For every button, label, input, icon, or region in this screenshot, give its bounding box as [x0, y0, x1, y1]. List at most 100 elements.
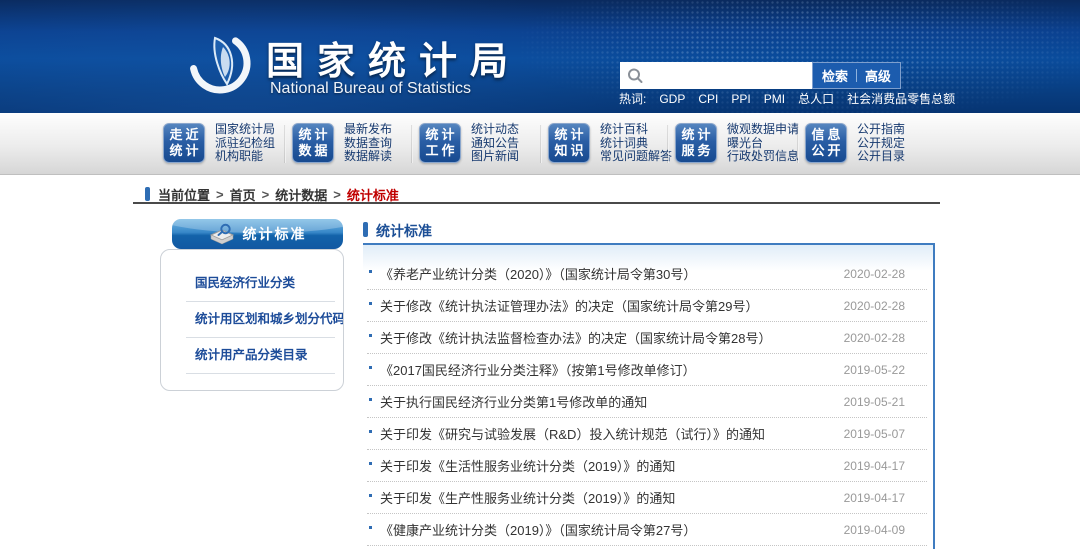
- nav-links: 统计百科 统计词典 常见问题解答: [600, 123, 672, 163]
- article-row: 关于印发《生产性服务业统计分类（2019）》的通知 2019-04-17: [367, 482, 927, 514]
- nav-group-info-disclosure: 信息 公开 公开指南 公开规定 公开目录: [805, 123, 905, 163]
- nav-divider: [797, 125, 799, 163]
- article-link[interactable]: 关于修改《统计执法证管理办法》的决定（国家统计局令第29号）: [380, 296, 758, 315]
- nav-link[interactable]: 数据解读: [344, 150, 392, 163]
- nav-group-statistics-data: 统计 数据 最新发布 数据查询 数据解读: [292, 123, 392, 163]
- article-date: 2019-04-09: [832, 523, 905, 537]
- article-link[interactable]: 《健康产业统计分类（2019）》（国家统计局令第27号）: [380, 520, 696, 539]
- search-buttons[interactable]: 检索 高级: [812, 62, 901, 89]
- article-date: 2019-04-17: [832, 491, 905, 505]
- nbs-logo-icon: [182, 24, 258, 102]
- nav-group-about: 走近 统计 国家统计局 派驻纪检组 机构职能: [163, 123, 275, 163]
- catalog-search-icon: [209, 223, 235, 245]
- article-link[interactable]: 关于印发《生产性服务业统计分类（2019）》的通知: [380, 488, 675, 507]
- article-date: 2020-02-28: [832, 331, 905, 345]
- nav-badge-statistics-knowledge[interactable]: 统计 知识: [548, 123, 590, 163]
- site-header: 国家统计局 National Bureau of Statistics 检索 高…: [0, 0, 1080, 113]
- button-divider: [856, 69, 857, 82]
- nav-links: 国家统计局 派驻纪检组 机构职能: [215, 123, 275, 163]
- nav-link[interactable]: 机构职能: [215, 150, 275, 163]
- sidebar-item-region-codes[interactable]: 统计用区划和城乡划分代码: [161, 302, 343, 337]
- nav-link[interactable]: 国家统计局: [215, 123, 275, 136]
- article-row: 关于执行国民经济行业分类第1号修改单的通知 2019-05-21: [367, 386, 927, 418]
- article-link[interactable]: 关于印发《研究与试验发展（R&D）投入统计规范（试行）》的通知: [380, 424, 765, 443]
- site-subtitle: National Bureau of Statistics: [270, 80, 471, 98]
- bullet-icon: [369, 526, 372, 529]
- article-link[interactable]: 关于执行国民经济行业分类第1号修改单的通知: [380, 392, 647, 411]
- nav-link[interactable]: 曝光台: [727, 137, 799, 150]
- nav-link[interactable]: 统计百科: [600, 123, 672, 136]
- search-submit-button[interactable]: 检索: [822, 66, 848, 85]
- nav-link[interactable]: 最新发布: [344, 123, 392, 136]
- sidebar-menu: 国民经济行业分类 统计用区划和城乡划分代码 统计用产品分类目录: [160, 249, 344, 391]
- article-row: 关于修改《统计执法监督检查办法》的决定（国家统计局令第28号） 2020-02-…: [367, 322, 927, 354]
- sidebar-item-industry-classification[interactable]: 国民经济行业分类: [161, 266, 343, 301]
- nav-group-statistics-services: 统计 服务 微观数据申请 曝光台 行政处罚信息: [675, 123, 799, 163]
- nav-badge-line: 统计: [422, 127, 457, 143]
- article-date: 2019-05-21: [832, 395, 905, 409]
- nav-badge-statistics-work[interactable]: 统计 工作: [419, 123, 461, 163]
- hot-word-link[interactable]: PMI: [764, 92, 785, 106]
- article-link[interactable]: 关于印发《生活性服务业统计分类（2019）》的通知: [380, 456, 675, 475]
- nav-link[interactable]: 数据查询: [344, 137, 392, 150]
- nav-link[interactable]: 统计词典: [600, 137, 672, 150]
- nav-link[interactable]: 公开目录: [857, 150, 905, 163]
- nav-badge-line: 知识: [551, 143, 586, 159]
- article-date: 2019-05-07: [832, 427, 905, 441]
- sidebar-title: 统计标准: [243, 224, 307, 244]
- nav-divider: [540, 125, 542, 163]
- nav-badge-line: 走近: [166, 127, 201, 143]
- nav-badge-info-disclosure[interactable]: 信息 公开: [805, 123, 847, 163]
- nav-divider: [667, 125, 669, 163]
- sidebar-title-tab[interactable]: 统计标准: [172, 219, 343, 249]
- nav-link[interactable]: 公开规定: [857, 137, 905, 150]
- search-field[interactable]: [620, 62, 812, 89]
- hot-word-link[interactable]: PPI: [731, 92, 750, 106]
- nav-link[interactable]: 行政处罚信息: [727, 150, 799, 163]
- nav-link[interactable]: 派驻纪检组: [215, 137, 275, 150]
- breadcrumb-separator: >: [262, 187, 270, 202]
- article-date: 2020-02-28: [832, 267, 905, 281]
- article-list: 《养老产业统计分类（2020）》（国家统计局令第30号） 2020-02-28 …: [363, 243, 935, 549]
- nav-link[interactable]: 通知公告: [471, 137, 519, 150]
- nav-badge-statistics-data[interactable]: 统计 数据: [292, 123, 334, 163]
- nav-badge-line: 统计: [678, 127, 713, 143]
- sidebar-item-product-catalog[interactable]: 统计用产品分类目录: [161, 338, 343, 373]
- hot-words-row: 热词: GDP CPI PPI PMI 总人口 社会消费品零售总额: [619, 90, 955, 107]
- article-row: 关于印发《生活性服务业统计分类（2019）》的通知 2019-04-17: [367, 450, 927, 482]
- bullet-icon: [369, 398, 372, 401]
- bullet-icon: [369, 462, 372, 465]
- article-date: 2020-02-28: [832, 299, 905, 313]
- bullet-icon: [369, 430, 372, 433]
- hot-word-link[interactable]: 总人口: [798, 90, 834, 107]
- article-row: 《2017国民经济行业分类注释》（按第1号修改单修订） 2019-05-22: [367, 354, 927, 386]
- article-link[interactable]: 《2017国民经济行业分类注释》（按第1号修改单修订）: [380, 360, 696, 379]
- nav-divider: [284, 125, 286, 163]
- main-navigation: 走近 统计 国家统计局 派驻纪检组 机构职能 统计 数据 最新发布 数据查询 数…: [0, 113, 1080, 175]
- section-title-marker: [363, 222, 368, 237]
- nav-badge-statistics-services[interactable]: 统计 服务: [675, 123, 717, 163]
- search-input[interactable]: [644, 65, 812, 87]
- article-link[interactable]: 《养老产业统计分类（2020）》（国家统计局令第30号）: [380, 264, 696, 283]
- article-date: 2019-04-17: [832, 459, 905, 473]
- nav-link[interactable]: 微观数据申请: [727, 123, 799, 136]
- article-row: 关于印发《研究与试验发展（R&D）投入统计规范（试行）》的通知 2019-05-…: [367, 418, 927, 450]
- article-link[interactable]: 关于修改《统计执法监督检查办法》的决定（国家统计局令第28号）: [380, 328, 771, 347]
- nav-badge-line: 公开: [808, 143, 843, 159]
- nav-links: 微观数据申请 曝光台 行政处罚信息: [727, 123, 799, 163]
- search-advanced-button[interactable]: 高级: [865, 66, 891, 85]
- nav-link[interactable]: 常见问题解答: [600, 150, 672, 163]
- search-icon: [626, 67, 644, 85]
- nav-link[interactable]: 图片新闻: [471, 150, 519, 163]
- hot-word-link[interactable]: 社会消费品零售总额: [847, 90, 955, 107]
- nav-badge-line: 统计: [166, 143, 201, 159]
- nav-link[interactable]: 统计动态: [471, 123, 519, 136]
- nav-badge-line: 数据: [295, 143, 330, 159]
- nav-badge-about[interactable]: 走近 统计: [163, 123, 205, 163]
- nav-link[interactable]: 公开指南: [857, 123, 905, 136]
- hot-word-link[interactable]: CPI: [698, 92, 718, 106]
- bullet-icon: [369, 494, 372, 497]
- hot-word-link[interactable]: GDP: [659, 92, 685, 106]
- article-row: 《养老产业统计分类（2020）》（国家统计局令第30号） 2020-02-28: [367, 258, 927, 290]
- breadcrumb-underline: [133, 202, 940, 204]
